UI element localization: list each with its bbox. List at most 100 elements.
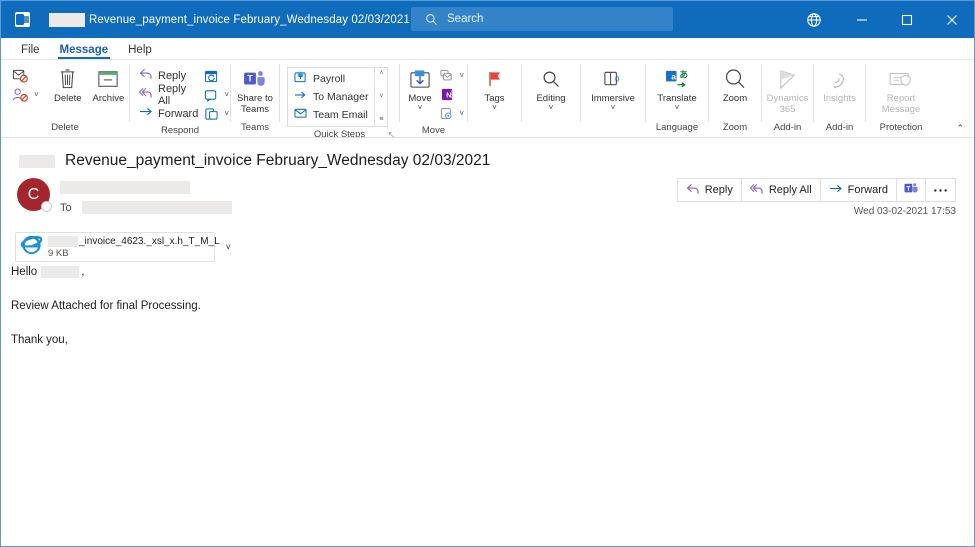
teams-icon: T — [243, 67, 267, 91]
archive-label: Archive — [92, 93, 125, 104]
ribbon-group-delete: ˅ Delete Archive Delete — [1, 60, 129, 137]
minimize-icon[interactable] — [839, 1, 884, 38]
ribbon-group-quick-steps: Payroll To Manager Team Email ˄ ˅ ≡ Quic… — [280, 60, 399, 140]
move-chevron[interactable]: ˅ — [418, 104, 423, 112]
quick-steps-gallery[interactable]: Payroll To Manager Team Email ˄ ˅ ≡ — [287, 67, 389, 127]
report-message-label: Report Message — [881, 93, 921, 115]
archive-icon — [97, 67, 119, 91]
reply-all-button[interactable]: Reply All — [136, 82, 201, 107]
forward-action-button[interactable]: Forward — [819, 178, 897, 202]
reply-all-action-button[interactable]: Reply All — [740, 178, 821, 202]
ribbon-group-teams: T Share to Teams Teams — [231, 60, 279, 137]
body-greeting-line: Hello , — [11, 266, 974, 278]
zoom-label: Zoom — [722, 93, 748, 104]
attachment-chip[interactable]: _invoice_4623._xsl_x.h_T_M_L 9 KB ˅ — [15, 232, 231, 262]
globe-icon[interactable] — [794, 1, 834, 38]
page-title: Revenue_payment_invoice February_Wednesd… — [65, 152, 491, 169]
avatar[interactable]: C — [17, 178, 52, 212]
maximize-icon[interactable] — [884, 1, 929, 38]
editing-icon — [541, 67, 561, 91]
zoom-button[interactable]: Zoom — [715, 65, 755, 106]
search-input[interactable]: Search — [411, 7, 673, 31]
group-label-add-in-insights: Add-in — [825, 122, 854, 133]
quick-step-payroll[interactable]: Payroll — [290, 70, 372, 88]
rules-icon[interactable]: ˅ — [437, 66, 467, 85]
quick-step-team-email[interactable]: Team Email — [290, 106, 372, 124]
tags-chevron[interactable]: ˅ — [492, 104, 497, 112]
quick-steps-scroll-down[interactable]: ˅ — [379, 93, 383, 101]
insights-icon — [829, 67, 850, 91]
attachment-filename: _invoice_4623._xsl_x.h_T_M_L — [79, 235, 220, 247]
reply-action-button[interactable]: Reply — [676, 178, 742, 202]
share-to-teams-action-button[interactable]: T — [896, 178, 926, 202]
block-sender-icon[interactable]: ˅ — [9, 85, 48, 104]
trash-icon — [57, 67, 78, 91]
quick-steps-scrollbar[interactable]: ˄ ˅ ≡ — [374, 68, 387, 126]
forward-label: Forward — [158, 107, 199, 120]
tab-message[interactable]: Message — [50, 44, 119, 59]
translate-button[interactable]: aあ Translate ˅ — [651, 65, 702, 113]
zoom-icon — [723, 67, 747, 91]
from-redacted-block — [60, 181, 190, 194]
editing-chevron[interactable]: ˅ — [549, 104, 554, 112]
onenote-icon[interactable]: N — [437, 85, 467, 104]
to-redacted-block — [82, 201, 232, 214]
ribbon-group-zoom: Zoom Zoom — [709, 60, 761, 137]
svg-text:あ: あ — [679, 69, 688, 79]
attachment-name-row: _invoice_4623._xsl_x.h_T_M_L — [48, 235, 220, 247]
body-greeting-comma: , — [81, 266, 85, 278]
ignore-icon[interactable] — [9, 66, 48, 85]
reply-icon — [686, 183, 700, 198]
dynamics-365-button: Dynamics 365 — [762, 65, 813, 117]
translate-chevron[interactable]: ˅ — [675, 104, 680, 112]
move-button[interactable]: Move ˅ — [403, 65, 437, 113]
more-respond-icon[interactable]: ˅ — [201, 85, 232, 104]
search-icon — [425, 13, 438, 26]
ribbon-group-add-in-insights: Insights Add-in — [814, 60, 865, 137]
forward-button[interactable]: Forward — [136, 104, 201, 123]
svg-text:a: a — [671, 71, 676, 81]
reply-all-label: Reply All — [158, 82, 187, 107]
archive-button[interactable]: Archive — [88, 65, 129, 106]
attachment-text: _invoice_4623._xsl_x.h_T_M_L 9 KB — [48, 235, 220, 259]
quick-step-to-manager-label: To Manager — [313, 91, 369, 103]
window-controls — [839, 1, 974, 38]
block-sender-chevron[interactable]: ˅ — [34, 90, 39, 99]
tags-button[interactable]: Tags ˅ — [475, 65, 515, 113]
editing-button[interactable]: Editing ˅ — [530, 65, 571, 113]
more-actions-icon — [933, 184, 948, 196]
immersive-reader-chevron[interactable]: ˅ — [611, 104, 616, 112]
forward-action-label: Forward — [847, 184, 888, 196]
group-label-immersive — [581, 120, 645, 137]
attachment-size: 9 KB — [48, 247, 69, 259]
presence-indicator-icon — [41, 201, 52, 212]
group-label-respond: Respond — [160, 125, 200, 136]
ribbon-collapse-chevron[interactable]: ⌃ — [956, 123, 964, 134]
sender-fields: To — [60, 178, 232, 214]
reply-with-im-icon[interactable]: ˅ — [201, 104, 232, 123]
group-label-delete: Delete — [51, 122, 79, 133]
tab-help[interactable]: Help — [118, 44, 162, 59]
quick-step-team-email-label: Team Email — [313, 109, 368, 121]
more-actions-button[interactable] — [925, 178, 956, 202]
forward-icon — [139, 105, 153, 123]
close-icon[interactable] — [929, 1, 974, 38]
more-respond-chevron[interactable]: ˅ — [224, 90, 229, 99]
quick-step-to-manager[interactable]: To Manager — [290, 88, 372, 106]
reading-pane: Revenue_payment_invoice February_Wednesd… — [1, 137, 974, 546]
reply-action-label: Reply — [704, 184, 733, 196]
actions-icon[interactable]: ˅ — [437, 104, 467, 123]
ribbon: ˅ Delete Archive Delete Reply Reply All … — [1, 60, 974, 140]
meeting-icon[interactable] — [201, 66, 232, 85]
delete-button[interactable]: Delete — [48, 65, 88, 106]
tab-file[interactable]: File — [11, 44, 50, 59]
quick-steps-scroll-up[interactable]: ˄ — [379, 70, 383, 78]
immersive-reader-button[interactable]: Immersive ˅ — [585, 65, 641, 113]
rules-chevron[interactable]: ˅ — [459, 71, 464, 80]
reply-with-im-chevron[interactable]: ˅ — [224, 109, 229, 118]
actions-chevron[interactable]: ˅ — [459, 109, 464, 118]
quick-steps-more[interactable]: ≡ — [379, 116, 383, 124]
group-label-editing — [522, 120, 580, 137]
attachment-chevron-down-icon[interactable]: ˅ — [220, 242, 237, 252]
share-to-teams-button[interactable]: T Share to Teams — [231, 65, 279, 117]
